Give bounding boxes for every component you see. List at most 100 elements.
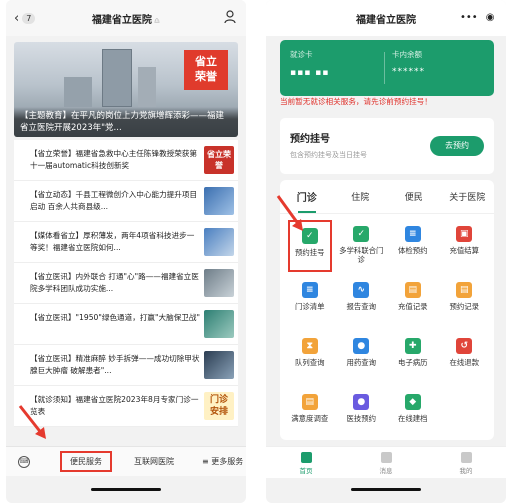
stamp-text: 省立 荣誉 [195,55,217,83]
tab-convenience-services[interactable]: 便民服务 [60,451,112,472]
tab-inpatient[interactable]: 住院 [334,190,388,203]
service-icon: ⧗ [301,338,318,354]
service-item[interactable]: ▤ 充值记录 [387,276,439,328]
right-phone-screen: 福建省立医院 ••• ◉ 就诊卡 ▪▪▪ ▪▪ 卡内余额 ****** 当前暂无… [266,0,506,503]
tab-convenience[interactable]: 便民 [387,190,441,203]
service-icon: ∿ [353,282,370,298]
service-item[interactable]: ⧗ 队列查询 [284,332,336,384]
tab-internet-hospital[interactable]: 互联网医院 [134,456,174,467]
news-title: 【媒体看省立】厚积薄发，两年4项省科技进步一等奖！福建省立医院如何... [30,231,195,252]
red-arrow-icon [276,195,303,231]
news-item[interactable]: 【省立医讯】精准麻醉 妙手拆弹——成功切除甲状腺巨大肿瘤 破解患者"... [14,345,238,386]
page-title: 福建省立医院 ♎ [92,11,160,26]
left-header: ‹ 7 福建省立医院 ♎ [6,0,246,36]
news-title: 【就诊须知】福建省立医院2023年8月专家门诊一览表 [30,395,199,416]
building-illustration [64,77,92,107]
service-icon: ✚ [404,338,421,354]
service-icon: ▣ [456,226,473,242]
chevron-left-icon: ‹ [14,11,20,26]
back-button[interactable]: ‹ 7 [14,11,36,26]
service-item[interactable]: ≡ 门诊清单 [284,276,336,328]
hero-caption: 【主题教育】在平凡的岗位上力党旗增辉添彩——福建省立医院开展2023年"党... [14,107,238,137]
home-indicator [91,488,161,491]
close-target-icon[interactable]: ◉ [486,12,495,23]
service-icon: ● [353,394,370,410]
go-book-button[interactable]: 去预约 [430,136,484,156]
news-item[interactable]: 【省立医讯】"1950"绿色通道，打赢"大脑保卫战" [14,304,238,345]
bottom-nav-label: 我的 [459,467,473,475]
hero-banner[interactable]: 省立 荣誉 【主题教育】在平凡的岗位上力党旗增辉添彩——福建省立医院开展2023… [14,42,238,137]
news-item[interactable]: 【省立动态】千县工程微创介入中心能力提升项目启动 百余人共商县级... [14,181,238,222]
card-label: 就诊卡 [290,50,313,59]
left-tabbar: ⌨ 便民服务 互联网医院 ≡ 更多服务 [6,446,246,476]
more-icon[interactable]: ••• [460,12,478,23]
service-item[interactable]: ↺ 在线退款 [439,332,491,384]
service-label: 用药查询 [346,358,377,367]
service-item[interactable]: ▣ 充值结算 [439,220,491,272]
warning-text: 当前暂无就诊相关服务，请先诊前预约挂号！ [280,97,432,106]
service-icon: ✓ [353,226,370,242]
tab-about-hospital[interactable]: 关于医院 [441,190,495,203]
back-count-badge: 7 [22,13,36,24]
news-item[interactable]: 【媒体看省立】厚积薄发，两年4项省科技进步一等奖！福建省立医院如何... [14,222,238,263]
service-item[interactable]: ✓ 多学科联合门诊 [336,220,388,272]
service-icon: ≡ [404,226,421,242]
news-item[interactable]: 【省立医讯】内外联合 打通"心"路——福建省立医院多学科团队成功实施... [14,263,238,304]
service-item[interactable]: ▤ 预约记录 [439,276,491,328]
building-illustration [102,49,132,107]
news-thumbnail [204,351,234,379]
service-label: 报告查询 [346,302,377,311]
profile-icon [460,452,472,463]
service-label: 预约记录 [449,302,480,311]
booking-card: 预约挂号 包含预约挂号及当日挂号 去预约 [280,118,494,174]
right-header: 福建省立医院 ••• ◉ [266,0,506,36]
service-item[interactable]: ● 用药查询 [336,332,388,384]
service-label: 充值记录 [397,302,428,311]
service-label: 充值结算 [449,246,480,255]
news-title: 【省立医讯】内外联合 打通"心"路——福建省立医院多学科团队成功实施... [30,272,199,293]
news-thumbnail [204,269,234,297]
service-label: 队列查询 [294,358,325,367]
service-item[interactable]: ◆ 在线建档 [387,388,439,440]
card-number: ▪▪▪ ▪▪ [290,68,330,78]
bottom-nav-item[interactable]: 首页 [266,447,346,478]
building-illustration [138,67,156,107]
service-icon: ▤ [404,282,421,298]
bottom-nav-label: 消息 [379,467,393,475]
page-title: 福建省立医院 [356,14,416,26]
service-label: 医技预约 [346,414,377,423]
news-thumbnail [204,310,234,338]
user-icon[interactable] [224,10,236,24]
keyboard-icon[interactable]: ⌨ [18,455,30,468]
booking-title: 预约挂号 [290,134,330,145]
news-title: 【省立医讯】"1950"绿色通道，打赢"大脑保卫战" [30,313,200,322]
right-bottom-nav: 首页 消息 我的 [266,446,506,478]
news-title: 【省立医讯】精准麻醉 妙手拆弹——成功切除甲状腺巨大肿瘤 破解患者"... [30,354,200,375]
title-mark-icon: ♎ [153,16,161,25]
service-icon: ▤ [301,394,318,410]
page-title-text: 福建省立医院 [91,14,152,26]
service-icon: ≡ [301,282,318,298]
service-item[interactable]: ✚ 电子病历 [387,332,439,384]
service-item[interactable]: ▤ 满意度调查 [284,388,336,440]
service-label: 门诊清单 [294,302,325,311]
patient-card[interactable]: 就诊卡 ▪▪▪ ▪▪ 卡内余额 ****** [280,40,494,96]
honor-stamp: 省立 荣誉 [184,50,228,90]
service-tabs: 门诊 住院 便民 关于医院 [280,180,494,214]
news-item[interactable]: 【省立荣誉】福建省急救中心主任陈锋教授荣获第十一届automatic科技创新奖省… [14,140,238,181]
service-item[interactable]: ≡ 体检预约 [387,220,439,272]
service-icon: ◆ [404,394,421,410]
tab-more-services[interactable]: ≡ 更多服务 [202,456,243,467]
miniprogram-menu[interactable]: ••• ◉ [460,9,496,25]
service-grid: ✓ 预约挂号 ✓ 多学科联合门诊 ≡ 体检预约 ▣ 充值结算 ≡ 门诊清单 ∿ 报告查询 ▤ 充值记录 ▤ 预… [280,214,494,440]
news-list: 【省立荣誉】福建省急救中心主任陈锋教授荣获第十一届automatic科技创新奖省… [14,140,238,427]
service-item[interactable]: ∿ 报告查询 [336,276,388,328]
red-arrow-icon [18,405,46,439]
divider [384,52,385,84]
service-icon: ↺ [456,338,473,354]
bottom-nav-item[interactable]: 消息 [346,447,426,478]
service-item[interactable]: ● 医技预约 [336,388,388,440]
bottom-nav-item[interactable]: 我的 [426,447,506,478]
service-label: 满意度调查 [291,414,329,423]
left-phone-screen: ‹ 7 福建省立医院 ♎ 省立 荣誉 【主题教育】在平凡的岗位上力党旗增辉添彩——… [6,0,246,503]
